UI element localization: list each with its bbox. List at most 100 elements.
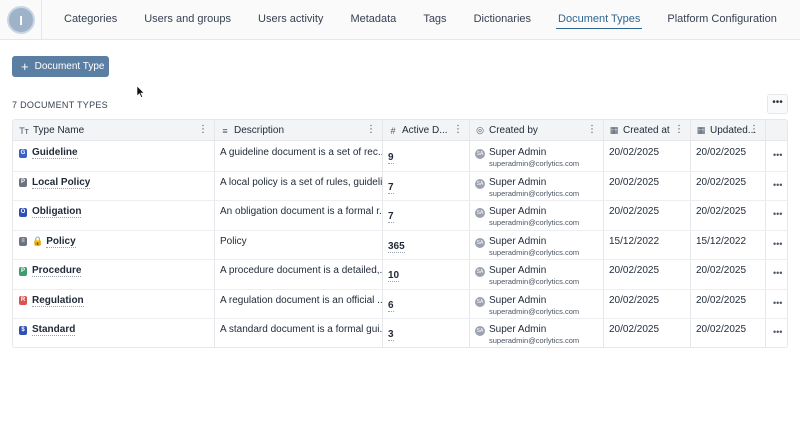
nav-tab-tags[interactable]: Tags <box>415 0 454 40</box>
created-by-cell: SA Super Admin superadmin@corlytics.com <box>469 231 603 260</box>
document-type-icon: O <box>19 207 27 217</box>
active-documents-count[interactable]: 10 <box>388 270 400 282</box>
column-header-label: Created by <box>489 125 538 136</box>
type-name-link[interactable]: Procedure <box>32 265 82 277</box>
type-name-link[interactable]: Guideline <box>32 147 78 159</box>
creator-email: superadmin@corlytics.com <box>489 277 580 286</box>
nav-tab-users-activity[interactable]: Users activity <box>250 0 331 40</box>
active-documents-cell: 365 <box>382 231 469 260</box>
user-info: Super Admin superadmin@corlytics.com <box>489 265 579 287</box>
active-documents-cell: 6 <box>382 290 469 319</box>
description-cell: A standard document is a formal gui... <box>220 324 382 335</box>
row-actions-icon[interactable]: ••• <box>773 150 782 160</box>
nav-tab-users-and-groups[interactable]: Users and groups <box>136 0 239 40</box>
active-documents-count[interactable]: 7 <box>388 182 394 194</box>
add-document-type-label: Document Type <box>34 61 105 72</box>
type-name-link[interactable]: Obligation <box>32 206 82 218</box>
description-cell: Policy <box>220 235 247 247</box>
column-menu-icon[interactable]: ⋮ <box>587 124 597 136</box>
nav-tab-document-types[interactable]: Document Types <box>550 0 648 40</box>
add-document-type-button[interactable]: + Document Type <box>12 56 109 77</box>
column-menu-icon[interactable]: ⋮ <box>674 124 684 136</box>
user-info: Super Admin superadmin@corlytics.com <box>489 147 579 169</box>
updated-at-cell: 20/02/2025 <box>696 147 747 158</box>
type-name-link[interactable]: Policy <box>46 236 76 248</box>
table-row[interactable]: $ Standard A standard document is a formal… <box>13 319 787 347</box>
column-header-label: Created at <box>623 125 670 136</box>
row-actions-icon[interactable]: ••• <box>773 298 782 308</box>
logo-area: I <box>0 0 42 40</box>
table-row[interactable]: P Local Policy A local policy is a set of … <box>13 172 787 201</box>
column-header-created-by[interactable]: ◎ Created by ⋮ <box>469 120 603 141</box>
creator-name: Super Admin <box>489 176 547 188</box>
document-type-icon: ≡ <box>19 237 27 246</box>
table-options-button[interactable]: ••• <box>767 94 788 114</box>
creator-name: Super Admin <box>489 265 547 276</box>
table-row[interactable]: P Procedure A procedure document is a deta… <box>13 260 787 290</box>
column-menu-icon[interactable]: ⋮ <box>749 124 759 136</box>
nav-tab-platform-configuration[interactable]: Platform Configuration <box>659 0 784 40</box>
active-documents-cell: 9 <box>382 142 469 171</box>
row-actions-icon[interactable]: ••• <box>773 239 782 249</box>
table-row[interactable]: G Guideline A guideline document is a set … <box>13 142 787 172</box>
creator-name: Super Admin <box>489 235 547 247</box>
type-name-cell: ≡ 🔒 Policy <box>13 231 214 253</box>
calendar-icon: ▦ <box>696 125 706 135</box>
created-at-cell: 20/02/2025 <box>609 206 660 217</box>
column-menu-icon[interactable]: ⋮ <box>198 124 208 136</box>
lock-icon: 🔒 <box>32 236 44 246</box>
nav-tab-dictionaries[interactable]: Dictionaries <box>466 0 539 40</box>
creator-email: superadmin@corlytics.com <box>489 218 580 227</box>
type-name-link[interactable]: Regulation <box>32 295 84 307</box>
column-header-description[interactable]: ≡ Description ⋮ <box>214 120 382 141</box>
nav-tab-help[interactable]: Help <box>796 0 800 40</box>
row-actions-icon[interactable]: ••• <box>773 268 782 278</box>
updated-at-cell: 20/02/2025 <box>696 265 747 276</box>
description-cell: A local policy is a set of rules, guidel… <box>220 176 382 188</box>
table-row[interactable]: O Obligation An obligation document is a f… <box>13 201 787 231</box>
table-header: Tт Type Name ⋮ ≡ Description ⋮ # Active D... ⋮ ◎ C… <box>13 120 787 141</box>
user-info: Super Admin superadmin@corlytics.com <box>489 206 579 228</box>
updated-at-cell: 20/02/2025 <box>696 176 747 188</box>
created-by-cell: SA Super Admin superadmin@corlytics.com <box>469 201 603 230</box>
document-type-icon: R <box>19 296 27 305</box>
column-header-updated[interactable]: ▦ Updated... ⋮ <box>690 120 765 141</box>
nav-tab-categories[interactable]: Categories <box>56 0 125 40</box>
nav-tab-metadata[interactable]: Metadata <box>342 0 404 40</box>
column-header-type-name[interactable]: Tт Type Name ⋮ <box>13 120 214 141</box>
description-cell: A guideline document is a set of rec... <box>220 147 382 158</box>
user-circle-icon: ◎ <box>476 125 484 135</box>
updated-at-cell: 20/02/2025 <box>696 206 747 217</box>
user-info: Super Admin superadmin@corlytics.com <box>489 177 579 199</box>
active-documents-count[interactable]: 6 <box>388 300 394 312</box>
app-logo[interactable]: I <box>7 6 35 34</box>
row-actions-icon[interactable]: ••• <box>773 209 782 219</box>
table-row[interactable]: ≡ 🔒 Policy Policy 365 SA Super Admin superadmin… <box>13 231 787 260</box>
row-actions-icon[interactable]: ••• <box>773 180 782 190</box>
created-by-cell: SA Super Admin superadmin@corlytics.com <box>469 142 603 171</box>
created-at-cell: 15/12/2022 <box>609 235 660 247</box>
updated-at-cell: 20/02/2025 <box>696 324 747 335</box>
column-header-created-at[interactable]: ▦ Created at ⋮ <box>603 120 690 141</box>
type-name-link[interactable]: Local Policy <box>32 177 91 189</box>
column-menu-icon[interactable]: ⋮ <box>366 124 376 136</box>
column-header-active-d[interactable]: # Active D... ⋮ <box>382 120 469 141</box>
active-documents-count[interactable]: 3 <box>388 329 394 341</box>
creator-name: Super Admin <box>489 147 547 158</box>
document-type-icon: $ <box>19 325 27 335</box>
active-documents-count[interactable]: 7 <box>388 211 394 223</box>
avatar: SA <box>475 326 485 336</box>
type-name-link[interactable]: Standard <box>32 324 76 336</box>
creator-email: superadmin@corlytics.com <box>489 336 580 345</box>
row-actions-icon[interactable]: ••• <box>773 327 782 337</box>
description-cell: An obligation document is a formal r... <box>220 206 382 217</box>
table-row[interactable]: R Regulation A regulation document is an o… <box>13 290 787 319</box>
active-documents-cell: 10 <box>382 260 469 289</box>
updated-at-cell: 20/02/2025 <box>696 294 747 306</box>
active-documents-count[interactable]: 365 <box>388 241 405 253</box>
active-documents-count[interactable]: 9 <box>388 152 394 164</box>
creator-name: Super Admin <box>489 206 547 217</box>
column-menu-icon[interactable]: ⋮ <box>453 124 463 136</box>
creator-email: superadmin@corlytics.com <box>489 247 580 257</box>
created-by-cell: SA Super Admin superadmin@corlytics.com <box>469 290 603 319</box>
